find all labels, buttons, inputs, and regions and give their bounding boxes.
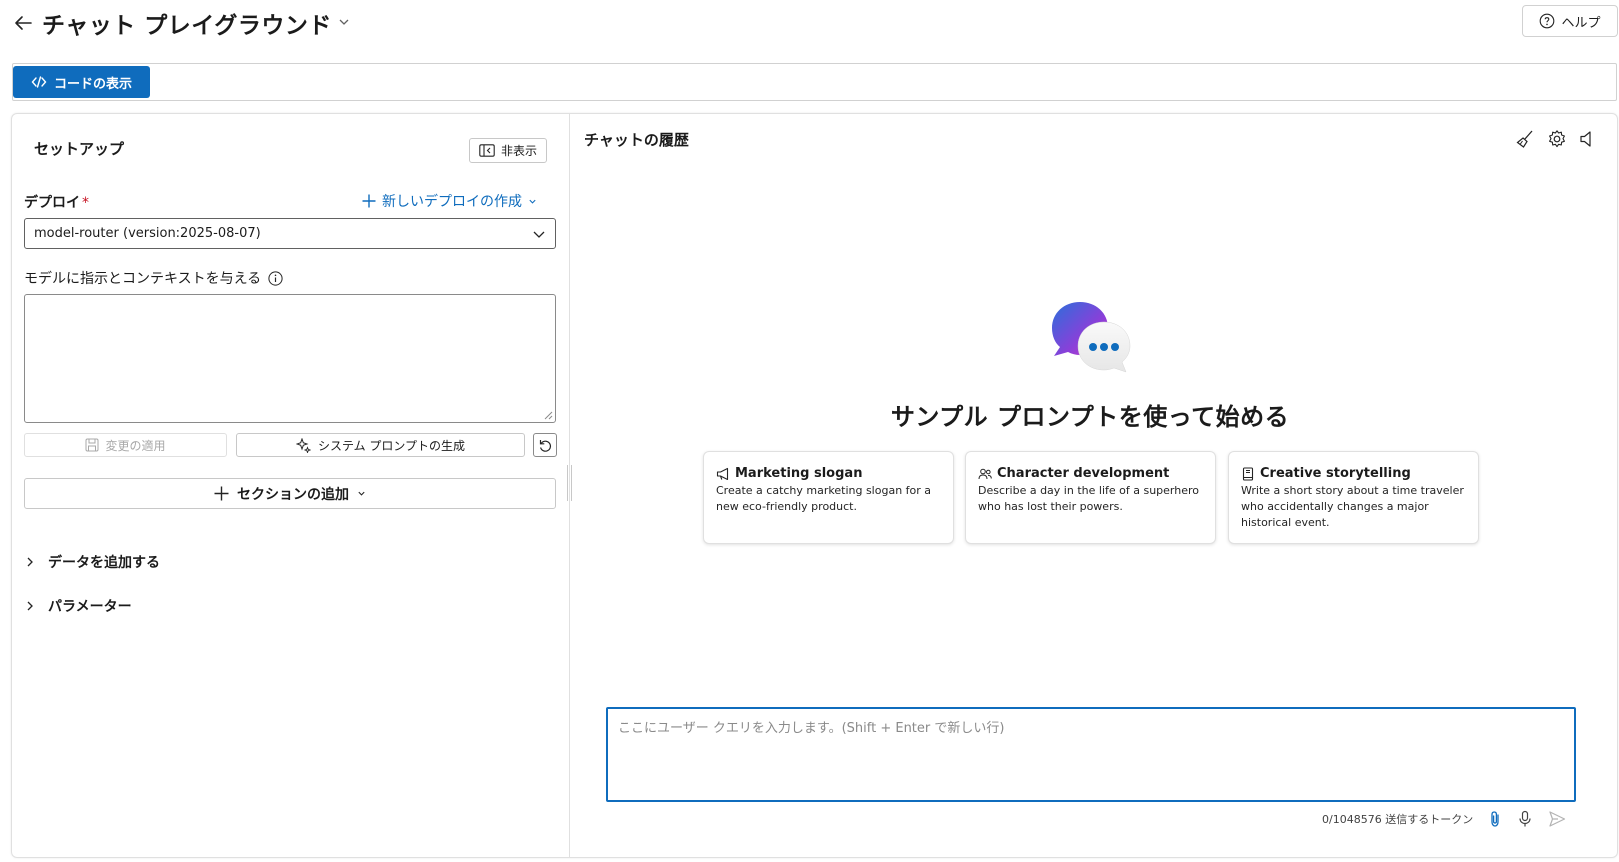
pane-resize-handle[interactable] [567, 465, 572, 501]
apply-label: 変更の適用 [105, 438, 166, 453]
prompt-card-character-development[interactable]: Character development Describe a day in … [965, 451, 1216, 544]
chevron-down-icon[interactable] [338, 16, 350, 28]
view-code-label: コードの表示 [53, 76, 132, 92]
token-count: 0/1048576 送信するトークン [1322, 813, 1474, 826]
hide-label: 非表示 [500, 144, 537, 158]
parameters-accordion[interactable]: パラメーター [24, 596, 132, 616]
chat-input-placeholder: ここにユーザー クエリを入力します。(Shift + Enter で新しい行) [618, 721, 1005, 736]
generate-prompt-label: システム プロンプトの生成 [317, 438, 466, 453]
megaphone-icon [716, 467, 730, 481]
prompt-card-marketing-slogan[interactable]: Marketing slogan Create a catchy marketi… [703, 451, 954, 544]
prompt-card-title: Marketing slogan [735, 466, 863, 481]
chat-bubbles-illustration [1048, 300, 1132, 384]
apply-changes-button[interactable]: 変更の適用 [24, 433, 227, 457]
back-arrow-icon[interactable] [12, 12, 34, 34]
microphone-icon[interactable] [1517, 810, 1533, 828]
chevron-down-icon [532, 227, 546, 241]
add-section-label: セクションの追加 [237, 486, 349, 503]
question-icon [1539, 13, 1555, 29]
deploy-select[interactable]: model-router (version:2025-08-07) [24, 218, 556, 249]
info-icon[interactable] [268, 270, 283, 286]
deploy-label-text: デプロイ [24, 195, 80, 211]
chat-history-title: チャットの履歴 [584, 131, 689, 149]
page-title: チャット プレイグラウンド [42, 13, 332, 39]
chevron-down-icon [528, 197, 537, 206]
reset-button[interactable] [533, 433, 557, 457]
paperclip-icon[interactable] [1487, 810, 1503, 828]
people-icon [978, 467, 992, 481]
save-icon [85, 438, 99, 452]
chevron-down-icon [357, 489, 366, 498]
chevron-right-icon [24, 556, 36, 568]
undo-icon [538, 438, 553, 453]
resize-grip-icon[interactable] [544, 411, 553, 420]
chevron-right-icon [24, 600, 36, 612]
generate-system-prompt-button[interactable]: システム プロンプトの生成 [236, 433, 525, 457]
hide-setup-button[interactable]: 非表示 [469, 138, 547, 163]
add-data-accordion[interactable]: データを追加する [24, 552, 160, 572]
plus-icon [214, 486, 229, 501]
new-deploy-label: 新しいデプロイの作成 [382, 194, 522, 210]
accordion-label: パラメーター [48, 599, 132, 615]
toolbar [12, 63, 1617, 101]
add-section-button[interactable]: セクションの追加 [24, 478, 556, 509]
gear-icon[interactable] [1547, 129, 1567, 149]
prompt-card-body: Describe a day in the life of a superher… [978, 484, 1199, 513]
new-deploy-link[interactable]: 新しいデプロイの作成 [362, 191, 537, 211]
prompt-card-creative-storytelling[interactable]: Creative storytelling Write a short stor… [1228, 451, 1479, 544]
required-mark: * [82, 195, 89, 211]
deploy-label: デプロイ * [24, 192, 89, 212]
prompt-card-title: Character development [997, 466, 1170, 481]
speaker-icon[interactable] [1578, 129, 1598, 149]
plus-icon [362, 194, 376, 208]
prompt-card-title: Creative storytelling [1260, 466, 1411, 481]
instructions-label: モデルに指示とコンテキストを与える [24, 268, 283, 288]
setup-title: セットアップ [34, 140, 125, 158]
book-icon [1241, 466, 1255, 481]
help-button[interactable]: ヘルプ [1522, 5, 1618, 37]
view-code-button[interactable]: コードの表示 [13, 66, 150, 98]
instructions-label-text: モデルに指示とコンテキストを与える [24, 271, 262, 287]
system-message-textarea[interactable] [24, 294, 556, 423]
empty-state-title: サンプル プロンプトを使って始める [890, 403, 1290, 431]
code-icon [31, 75, 47, 89]
broom-icon[interactable] [1515, 129, 1535, 149]
panel-collapse-icon [479, 144, 495, 157]
help-label: ヘルプ [1561, 15, 1601, 31]
sparkle-icon [295, 437, 311, 453]
send-icon[interactable] [1548, 810, 1566, 828]
prompt-card-body: Create a catchy marketing slogan for a n… [716, 484, 932, 513]
prompt-card-body: Write a short story about a time travele… [1241, 484, 1464, 529]
accordion-label: データを追加する [48, 555, 160, 571]
chat-input[interactable]: ここにユーザー クエリを入力します。(Shift + Enter で新しい行) [606, 707, 1576, 802]
deploy-selected-value: model-router (version:2025-08-07) [34, 226, 261, 241]
